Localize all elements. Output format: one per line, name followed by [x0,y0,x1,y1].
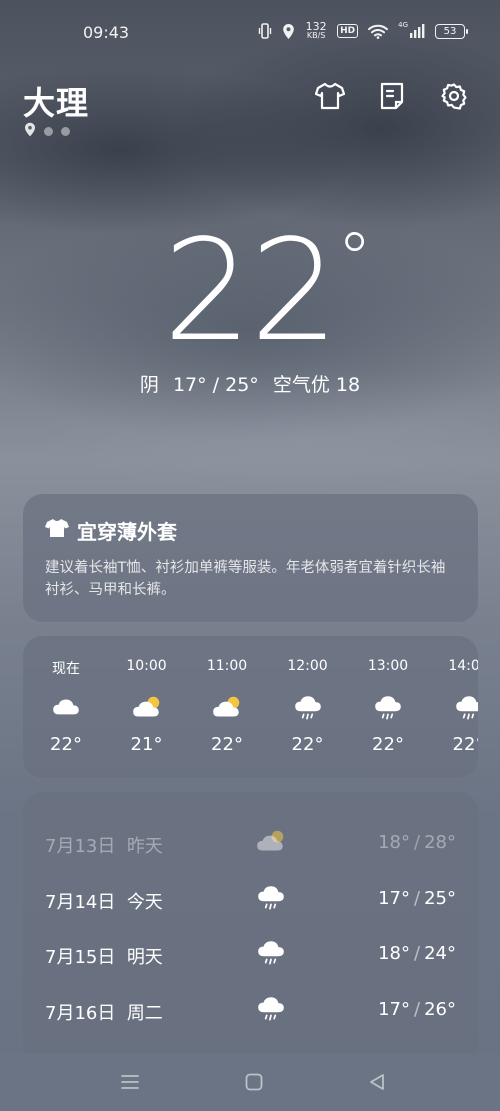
current-condition: 阴 [139,374,159,396]
rain-icon [273,692,343,724]
vibrate-icon [258,23,272,39]
location-pin-icon [24,122,36,141]
network-speed: 132 KB/S [305,21,327,40]
hourly-temperature: 22° [372,734,404,755]
daily-date: 7月13日 昨天 [45,836,163,857]
page-dot [61,127,70,136]
daily-temperature-range: 17°/25° [378,887,456,909]
settings-gear-icon[interactable] [438,80,470,112]
battery-indicator: 53 [435,23,468,39]
document-icon[interactable] [376,80,408,112]
hourly-time: 14:00 [448,658,478,674]
current-temperature: 22 ° [0,210,500,373]
hourly-temperature: 22° [50,734,82,755]
location-icon [282,23,295,40]
status-time: 09:43 [83,23,130,42]
hourly-time: 现在 [52,661,80,677]
clothing-shirt-icon[interactable] [314,80,346,112]
hourly-forecast-row[interactable]: 现在 22° 10:00 21° 11:00 22° 12:00 22° 13:00 22° 14:… [23,636,478,778]
cloudy-icon [31,692,101,724]
clothing-title-row: 宜穿薄外套 [45,516,456,545]
rain-icon [255,993,287,1030]
daily-temperature-range: 18°/28° [378,832,456,853]
partly-cloudy-icon [112,692,182,724]
partly-cloudy-icon [255,826,287,863]
cell-signal-icon: 4G [398,21,425,39]
network-speed-unit: KB/S [306,31,326,40]
partly-cloudy-icon [192,692,262,724]
clothing-description: 建议着长袖T恤、衬衫加单裤等服装。年老体弱者宜着针织长袖衬衫、马甲和长裤。 [45,560,446,598]
daily-date: 7月14日 今天 [45,891,163,913]
hourly-temperature: 22° [452,734,478,755]
air-quality[interactable]: 空气优 18 [273,374,360,396]
rain-icon [353,692,423,724]
status-bar: 09:43 132 KB/S HD 4G 53 [0,0,500,66]
city-name[interactable]: 大理 [23,78,89,124]
daily-row[interactable]: 7月14日 今天 17°/25° [23,878,478,918]
daily-temperature-range: 17°/26° [378,998,456,1020]
hourly-time: 12:00 [287,658,328,674]
hourly-time: 11:00 [206,658,248,674]
daily-row[interactable]: 7月15日 明天 18°/24° [23,933,478,973]
hourly-time: 10:00 [126,658,167,674]
wifi-icon [368,24,389,39]
current-temperature-value: 22 [162,210,339,373]
page-dot [44,127,53,136]
hourly-temperature: 22° [291,734,324,755]
clothing-card[interactable]: 宜穿薄外套 建议着长袖T恤、衬衫加单裤等服装。年老体弱者宜着针织长袖衬衫、马甲和… [23,494,478,622]
clothing-title: 宜穿薄外套 [77,520,177,544]
hourly-time: 13:00 [367,658,409,674]
daily-date: 7月15日 明天 [45,947,163,968]
hourly-temperature: 22° [211,734,243,755]
home-icon[interactable] [239,1067,269,1097]
daily-row[interactable]: 7月13日 昨天 18°/28° [23,822,478,862]
rain-icon [255,937,287,974]
hourly-temperature: 21° [130,734,163,755]
rain-icon [434,692,478,724]
current-range: 17° / 25° [172,374,259,396]
daily-row[interactable]: 7月16日 周二 17°/26° [23,989,478,1029]
rain-icon [255,882,287,919]
clothing-tshirt-icon [45,518,69,543]
hourly-forecast-card[interactable]: 现在 22° 10:00 21° 11:00 22° 12:00 22° 13:00 22° 14:… [23,636,478,778]
daily-date: 7月16日 周二 [45,1002,163,1024]
system-navigation-bar [0,1053,500,1111]
signal-type-label: 4G [398,21,408,29]
current-summary: 阴 17° / 25° 空气优 18 [0,370,500,397]
daily-forecast-card[interactable]: 7月13日 昨天 18°/28° 7月14日 今天 17°/25° 7月15日 明天 18… [23,792,478,1054]
city-page-indicator [24,122,70,141]
status-icons: 132 KB/S HD 4G 53 [258,21,468,40]
back-icon[interactable] [362,1067,392,1097]
header-actions [314,80,470,112]
hd-badge: HD [337,24,359,38]
daily-temperature-range: 18°/24° [378,943,456,964]
menu-icon[interactable] [115,1067,145,1097]
degree-symbol: ° [337,218,372,300]
